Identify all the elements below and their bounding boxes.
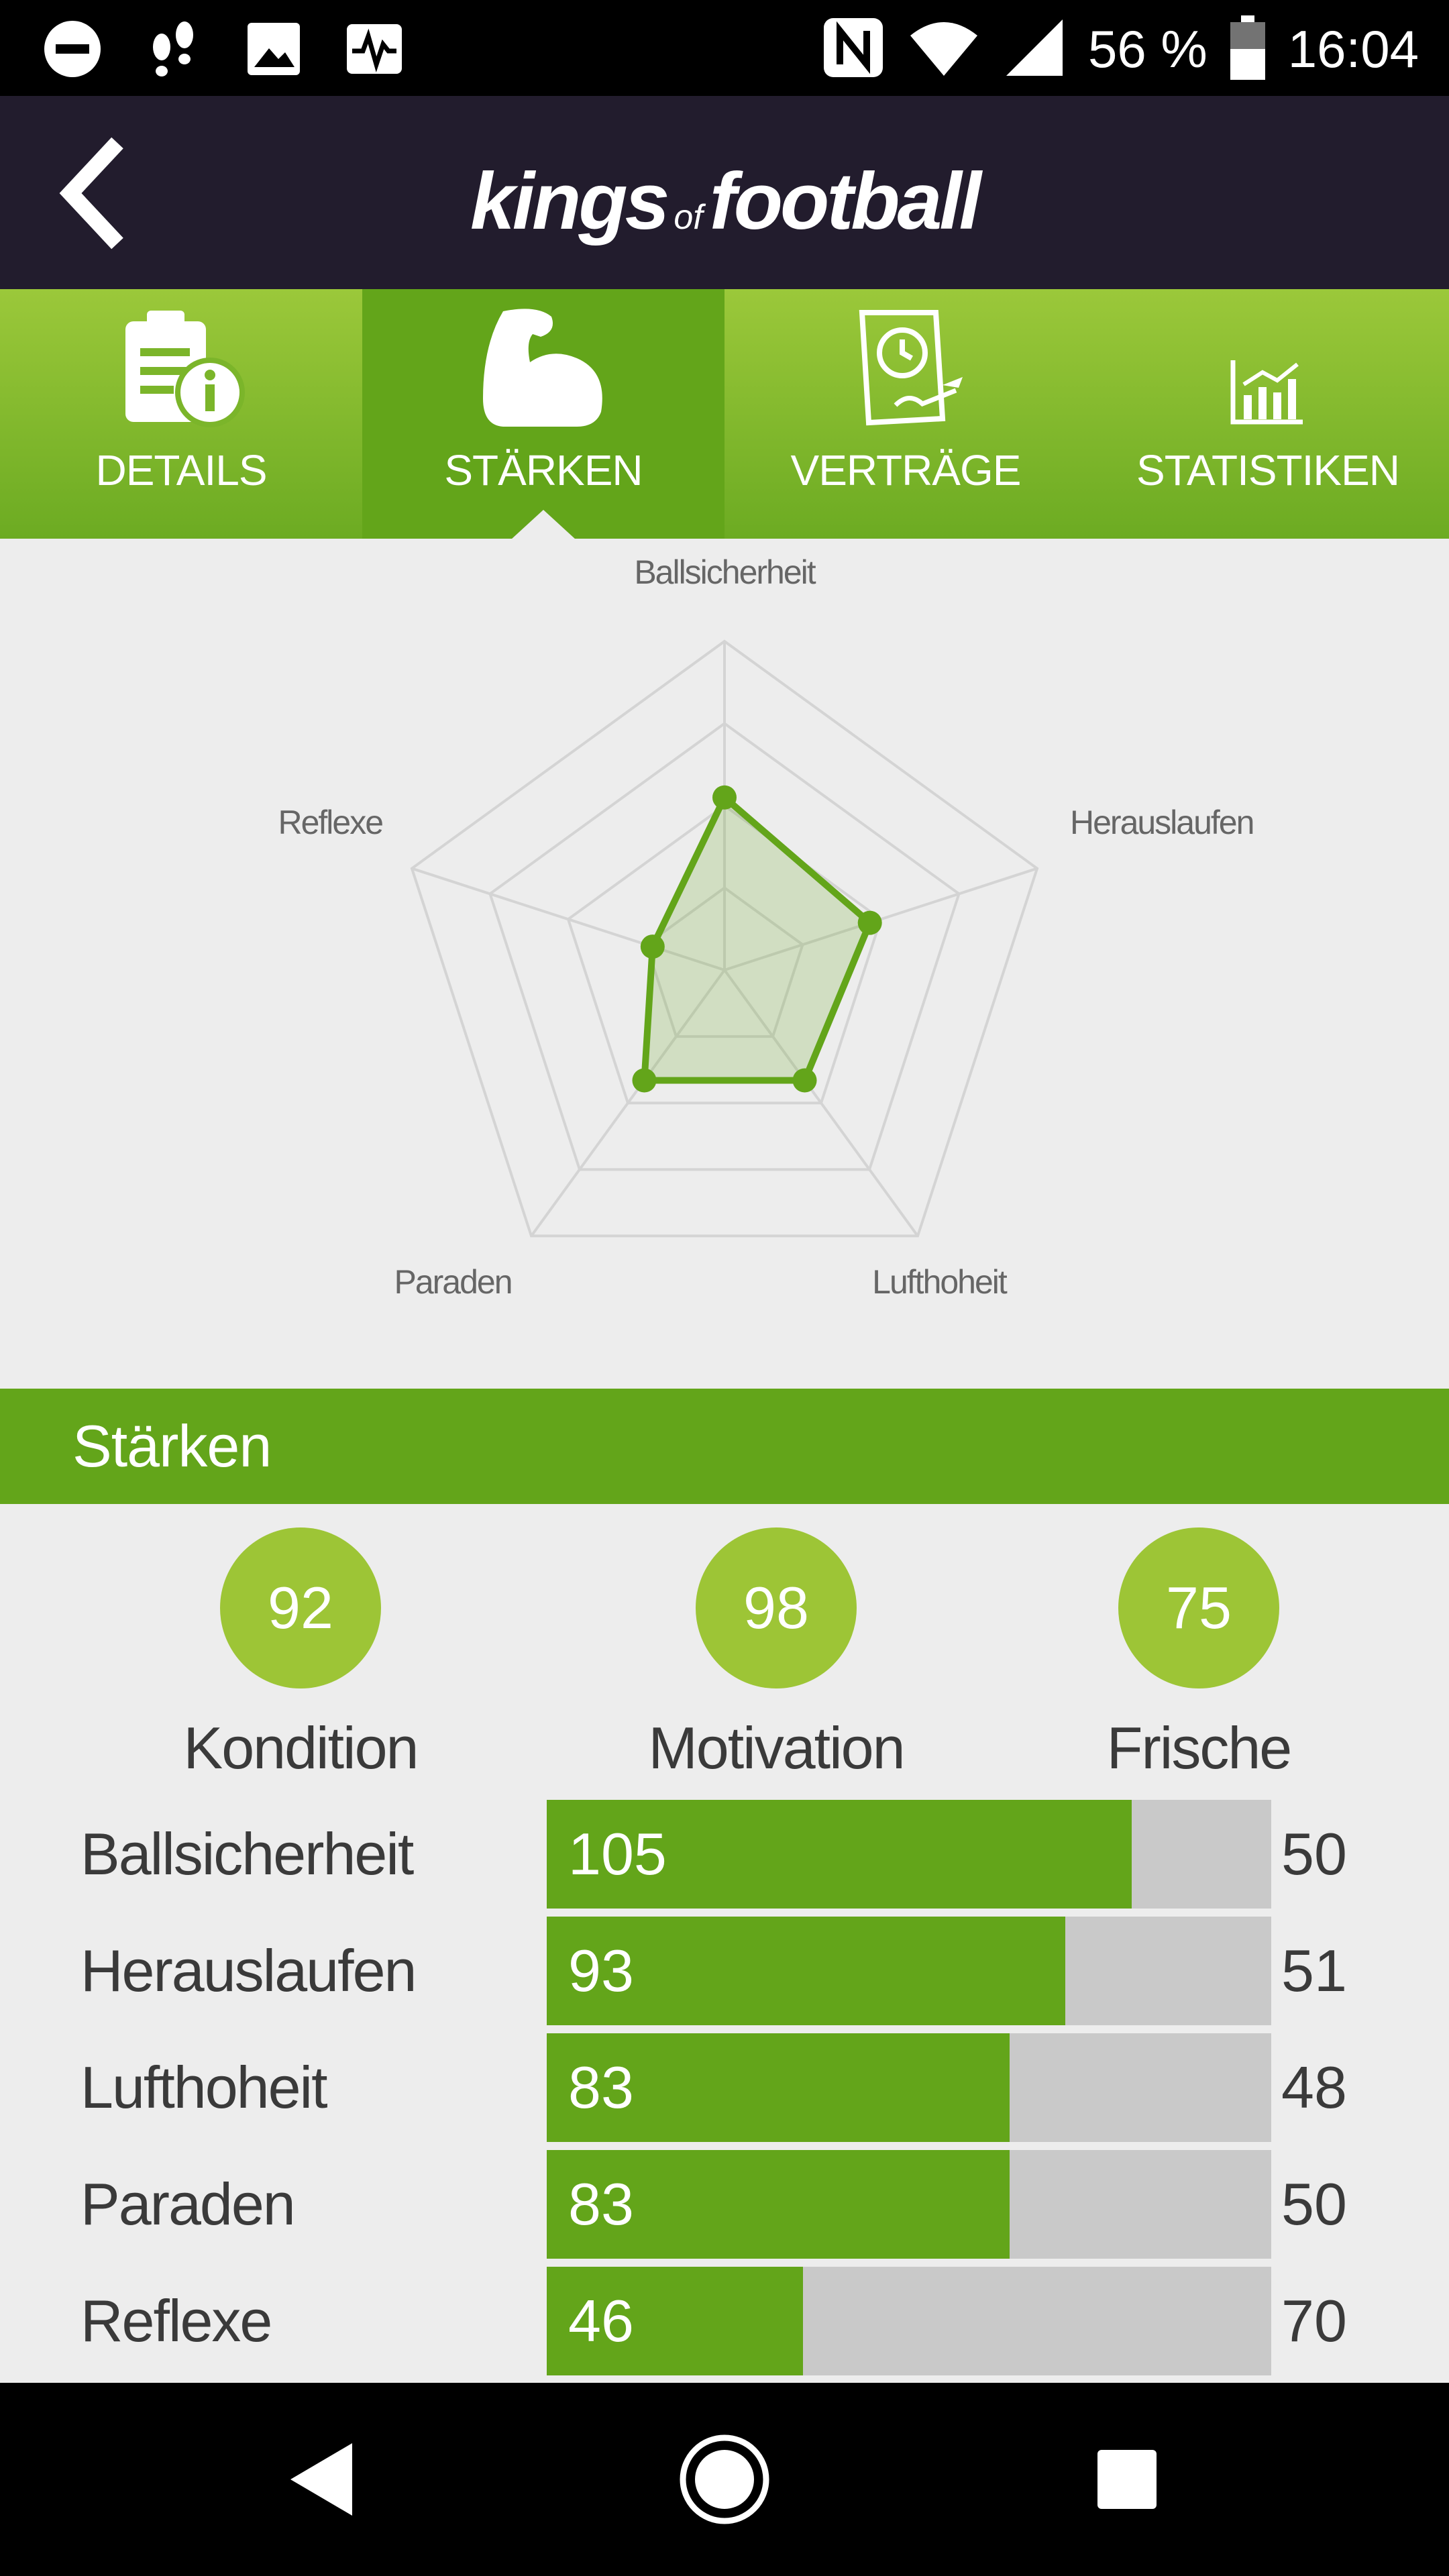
stat-frische: 75 Frische bbox=[1031, 1527, 1366, 1782]
nfc-icon bbox=[820, 14, 887, 85]
bar-value: 83 bbox=[568, 2171, 634, 2237]
tab-staerken-label: STÄRKEN bbox=[444, 446, 643, 494]
home-circle-icon bbox=[680, 2434, 769, 2524]
stat-label: Frische bbox=[1106, 1715, 1293, 1781]
circle-stats: 92 Kondition 98 Motivation 75 Frische bbox=[0, 1504, 1449, 1786]
logo-football: football bbox=[709, 156, 981, 246]
tab-details-label: DETAILS bbox=[95, 446, 268, 494]
app-header: kings offootball bbox=[0, 96, 1449, 289]
activity-icon bbox=[342, 17, 406, 80]
logo-of: of bbox=[674, 198, 703, 237]
bar-row-ballsicherheit: Ballsicherheit 105 50 bbox=[0, 1800, 1449, 1909]
bar-right-value: 51 bbox=[1281, 1937, 1347, 2004]
radar-data-point bbox=[632, 1068, 657, 1093]
bar-track: 83 bbox=[547, 2150, 1271, 2259]
battery-icon bbox=[1228, 14, 1268, 85]
stat-label: Motivation bbox=[648, 1715, 905, 1781]
section-title: Stärken bbox=[0, 1389, 1449, 1504]
bar-row-herauslaufen: Herauslaufen 93 51 bbox=[0, 1917, 1449, 2025]
wifi-icon bbox=[907, 14, 981, 85]
bar-value: 93 bbox=[568, 1937, 634, 2004]
bar-label: Paraden bbox=[80, 2171, 296, 2237]
radar-data-point bbox=[792, 1068, 817, 1093]
radar-axis-label: Lufthoheit bbox=[872, 1263, 1008, 1301]
bar-label: Lufthoheit bbox=[80, 2054, 328, 2121]
tab-vertraege-label: VERTRÄGE bbox=[790, 446, 1022, 494]
radar-data-point bbox=[640, 934, 665, 959]
tab-vertraege[interactable]: VERTRÄGE bbox=[724, 289, 1087, 539]
bar-track: 93 bbox=[547, 1917, 1271, 2025]
chart-icon bbox=[1228, 301, 1308, 429]
bar-label: Reflexe bbox=[80, 2288, 272, 2354]
radar-data-point bbox=[712, 785, 737, 810]
radar-chart-svg: Ballsicherheit Herauslaufen Lufthoheit Para… bbox=[278, 553, 1254, 1301]
back-triangle-icon bbox=[290, 2443, 352, 2516]
battery-percent: 56 % bbox=[1088, 19, 1208, 78]
bar-row-lufthoheit: Lufthoheit 83 48 bbox=[0, 2033, 1449, 2142]
image-icon bbox=[241, 17, 305, 80]
contract-icon bbox=[842, 301, 969, 429]
bar-right-value: 48 bbox=[1281, 2054, 1347, 2121]
radar-axis-label: Herauslaufen bbox=[1070, 804, 1253, 841]
signal-icon bbox=[1001, 14, 1068, 85]
tab-bar: DETAILS STÄRKEN VERTRÄGE STATISTIKEN bbox=[0, 289, 1449, 539]
footsteps-icon bbox=[141, 17, 205, 80]
bar-track: 46 bbox=[547, 2267, 1271, 2375]
radar-axis-label: Ballsicherheit bbox=[634, 553, 816, 591]
radar-chart: Ballsicherheit Herauslaufen Lufthoheit Para… bbox=[0, 539, 1449, 1389]
bar-right-value: 50 bbox=[1281, 1821, 1347, 1887]
tab-details[interactable]: DETAILS bbox=[0, 289, 362, 539]
tab-staerken[interactable]: STÄRKEN bbox=[362, 289, 724, 539]
nav-recents-button[interactable] bbox=[1030, 2383, 1224, 2576]
stat-motivation: 98 Motivation bbox=[608, 1527, 944, 1782]
bar-row-paraden: Paraden 83 50 bbox=[0, 2150, 1449, 2259]
bicep-icon bbox=[476, 301, 610, 429]
bar-row-reflexe: Reflexe 46 70 bbox=[0, 2267, 1449, 2375]
logo-kings: kings bbox=[470, 156, 669, 246]
stat-value-circle: 92 bbox=[220, 1527, 381, 1688]
bar-value: 83 bbox=[568, 2054, 634, 2121]
do-not-disturb-icon bbox=[40, 17, 104, 80]
app-logo: kings offootball bbox=[0, 155, 1449, 248]
nav-back-button[interactable] bbox=[225, 2383, 419, 2576]
system-nav-bar bbox=[0, 2383, 1449, 2576]
radar-data-point bbox=[857, 910, 882, 935]
clock: 16:04 bbox=[1287, 19, 1419, 78]
bar-label: Ballsicherheit bbox=[80, 1821, 414, 1887]
bar-track: 83 bbox=[547, 2033, 1271, 2142]
radar-axis-label: Reflexe bbox=[278, 804, 382, 841]
bar-track: 105 bbox=[547, 1800, 1271, 1909]
stat-label: Kondition bbox=[183, 1715, 419, 1781]
bar-right-value: 50 bbox=[1281, 2171, 1347, 2237]
radar-axis-label: Paraden bbox=[394, 1263, 511, 1301]
bar-right-value: 70 bbox=[1281, 2288, 1347, 2354]
tab-statistiken-label: STATISTIKEN bbox=[1136, 446, 1400, 494]
bar-label: Herauslaufen bbox=[80, 1937, 417, 2004]
document-info-icon bbox=[117, 301, 245, 429]
bar-value: 105 bbox=[568, 1821, 667, 1887]
recents-square-icon bbox=[1097, 2450, 1157, 2509]
stat-kondition: 92 Kondition bbox=[133, 1527, 468, 1782]
nav-home-button[interactable] bbox=[628, 2383, 821, 2576]
stat-value-circle: 98 bbox=[696, 1527, 857, 1688]
status-bar: 56 % 16:04 bbox=[0, 0, 1449, 96]
tab-statistiken[interactable]: STATISTIKEN bbox=[1087, 289, 1449, 539]
bar-value: 46 bbox=[568, 2288, 634, 2354]
stat-value-circle: 75 bbox=[1118, 1527, 1279, 1688]
